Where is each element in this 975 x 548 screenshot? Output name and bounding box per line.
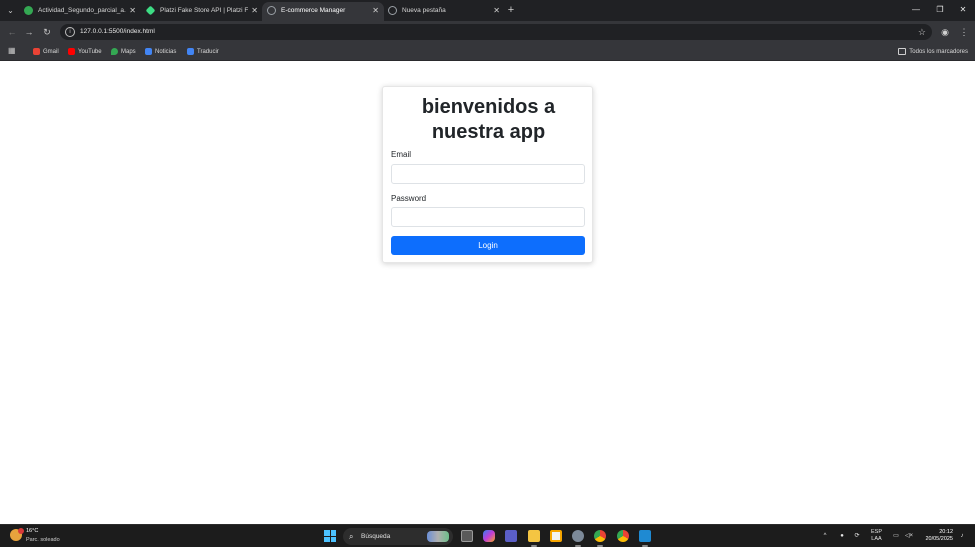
tab-actividad[interactable]: Actividad_Segundo_parcial_a.p ✕ (19, 2, 141, 21)
bookmark-star-icon[interactable]: ☆ (918, 24, 926, 40)
bookmark-gmail[interactable]: Gmail (33, 43, 59, 61)
volume-muted-icon[interactable]: ◁× (904, 525, 914, 548)
globe-icon (267, 6, 276, 15)
close-tab-icon[interactable]: ✕ (372, 2, 379, 19)
title-line-2: nuestra app (431, 121, 546, 143)
password-field[interactable] (391, 207, 585, 227)
tab-ecommerce-manager[interactable]: E-commerce Manager ✕ (262, 2, 384, 21)
google-drive-icon (24, 6, 33, 15)
tab-nueva-pestana[interactable]: Nueva pestaña ✕ (383, 2, 505, 21)
browser-tab-strip: ⌄ Actividad_Segundo_parcial_a.p ✕ Platzi… (0, 0, 975, 21)
address-url[interactable]: 127.0.0.1:5500/index.html (80, 24, 155, 40)
page-viewport: bienvenidos a nuestra app Email Password… (0, 61, 975, 524)
restore-window-icon[interactable]: ❐ (933, 3, 947, 17)
gmail-icon (33, 48, 40, 55)
copilot-icon[interactable] (483, 530, 495, 542)
settings-gear-icon[interactable] (572, 530, 584, 547)
input-language[interactable]: ESP LAA (871, 529, 882, 543)
email-label: Email (391, 150, 412, 159)
weather-desc: Parc. soleado (26, 537, 60, 543)
back-arrow-icon[interactable]: ← (5, 25, 19, 39)
windows-start-icon[interactable] (324, 530, 336, 542)
bookmark-traducir[interactable]: Traducir (187, 43, 219, 61)
sync-icon[interactable]: ⟳ (852, 525, 862, 548)
title-line-1: bienvenidos a (421, 96, 556, 118)
bookmark-youtube[interactable]: YouTube (68, 43, 102, 61)
close-tab-icon[interactable]: ✕ (129, 2, 136, 19)
tray-app-icon[interactable]: ● (837, 525, 847, 548)
chrome-icon (388, 6, 397, 15)
login-button[interactable]: Login (391, 236, 585, 255)
tab-title: Platzi Fake Store API | Platzi Fak (160, 7, 248, 14)
close-window-icon[interactable]: ✕ (956, 3, 970, 17)
news-icon (145, 48, 152, 55)
bookmark-label: Maps (121, 49, 136, 55)
microsoft-store-icon[interactable] (550, 530, 562, 542)
tray-chevron-up-icon[interactable]: ^ (820, 525, 830, 548)
login-card: bienvenidos a nuestra app Email Password… (382, 86, 593, 263)
forward-arrow-icon[interactable]: → (22, 25, 36, 39)
file-explorer-icon[interactable] (528, 530, 540, 547)
bookmark-noticias[interactable]: Noticias (145, 43, 176, 61)
notification-bell-icon[interactable]: ♪ (957, 525, 967, 548)
search-icon: ⌕ (349, 532, 354, 541)
clock-time: 20:12 (939, 529, 953, 535)
minimize-window-icon[interactable]: — (909, 3, 923, 17)
tab-title: Nueva pestaña (402, 7, 446, 14)
search-placeholder: Búsqueda (361, 533, 391, 540)
profile-icon[interactable]: ◉ (938, 25, 952, 39)
all-bookmarks[interactable]: Todos los marcadores (898, 43, 968, 61)
site-info-icon[interactable]: i (65, 27, 75, 37)
email-field[interactable] (391, 164, 585, 184)
maps-pin-icon (111, 48, 118, 55)
bookmark-label: Gmail (43, 49, 59, 55)
browser-toolbar: ← → ↻ i 127.0.0.1:5500/index.html ☆ ◉ ⋮ (0, 21, 975, 43)
password-label: Password (391, 194, 427, 203)
address-bar[interactable]: i 127.0.0.1:5500/index.html ☆ (60, 24, 932, 40)
new-tab-plus-icon[interactable]: + (505, 2, 517, 18)
chrome-icon[interactable] (594, 530, 606, 547)
translate-icon (187, 48, 194, 55)
weather-temp: 16°C (26, 528, 39, 534)
task-view-icon[interactable] (461, 530, 473, 542)
close-tab-icon[interactable]: ✕ (493, 2, 500, 19)
lang-bottom: LAA (871, 536, 882, 542)
lang-top: ESP (871, 529, 883, 535)
vscode-icon[interactable] (639, 530, 651, 547)
bookmark-maps[interactable]: Maps (111, 43, 136, 61)
search-highlight-icon (427, 531, 449, 542)
close-tab-icon[interactable]: ✕ (251, 2, 258, 19)
teams-icon[interactable] (505, 530, 517, 542)
tab-platzi-api[interactable]: Platzi Fake Store API | Platzi Fak ✕ (141, 2, 263, 21)
apps-grid-icon[interactable]: ▦ (8, 46, 18, 56)
taskbar: 16°C Parc. soleado ⌕ Búsqueda ^ ● ⟳ ESP … (0, 524, 975, 547)
bookmark-label: Traducir (197, 49, 219, 55)
clock-date: 20/05/2025 (925, 536, 953, 542)
all-bookmarks-label: Todos los marcadores (909, 49, 968, 55)
youtube-icon (68, 48, 75, 55)
page-title: bienvenidos a nuestra app (383, 95, 594, 145)
weather-alert-icon (18, 528, 24, 534)
clock[interactable]: 20:12 20/05/2025 (921, 529, 953, 543)
taskbar-search[interactable]: ⌕ Búsqueda (343, 528, 453, 545)
reload-icon[interactable]: ↻ (40, 25, 54, 39)
platzi-icon (145, 5, 156, 16)
folder-icon (898, 48, 907, 55)
more-menu-icon[interactable]: ⋮ (957, 25, 971, 39)
tab-title: Actividad_Segundo_parcial_a.p (38, 7, 126, 14)
tab-search-chevron-icon[interactable]: ⌄ (4, 4, 17, 17)
bookmark-label: YouTube (78, 49, 102, 55)
chrome-profile-icon[interactable] (617, 530, 629, 542)
network-icon[interactable]: ▭ (891, 525, 901, 548)
tab-title: E-commerce Manager (281, 7, 346, 14)
bookmarks-bar: ▦ Gmail YouTube Maps Noticias Traducir T… (0, 43, 975, 61)
bookmark-label: Noticias (155, 49, 177, 55)
